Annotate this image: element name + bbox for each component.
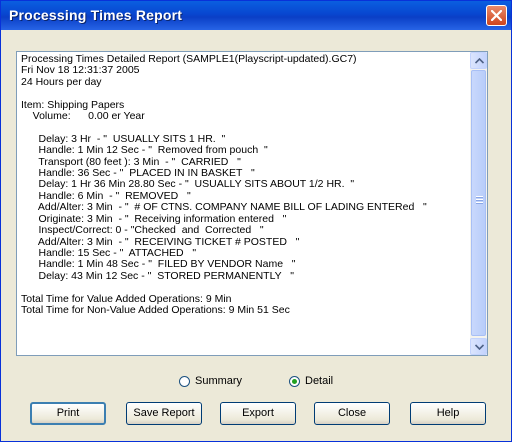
thumb-grip-line [476,196,483,198]
arrow-up-icon [475,58,484,64]
title-bar[interactable]: Processing Times Report [1,1,511,30]
thumb-grip-line [476,202,483,204]
window-close-button[interactable] [486,5,507,26]
window-title: Processing Times Report [9,7,183,23]
thumb-grip-line [476,199,483,201]
radio-selected-dot [292,378,297,384]
radio-button[interactable] [179,375,190,387]
processing-times-dialog: Processing Times Report Processing Times… [0,0,512,442]
save-report-button[interactable]: Save Report [126,402,202,425]
arrow-down-icon [475,344,484,350]
close-icon [491,10,502,21]
export-button[interactable]: Export [220,402,296,425]
detail-radio[interactable]: Detail [289,375,333,387]
summary-radio[interactable]: Summary [179,375,242,387]
report-text-area[interactable]: Processing Times Detailed Report (SAMPLE… [16,51,488,356]
close-button[interactable]: Close [314,402,390,425]
print-button[interactable]: Print [30,402,106,425]
help-button[interactable]: Help [410,402,486,425]
report-content: Processing Times Detailed Report (SAMPLE… [21,53,427,316]
radio-button[interactable] [289,375,300,387]
detail-radio-label: Detail [305,375,334,387]
summary-radio-label: Summary [195,375,243,387]
scroll-thumb[interactable] [471,70,486,336]
scroll-up-button[interactable] [470,52,487,69]
scroll-down-button[interactable] [470,338,487,355]
vertical-scrollbar[interactable] [470,52,487,355]
